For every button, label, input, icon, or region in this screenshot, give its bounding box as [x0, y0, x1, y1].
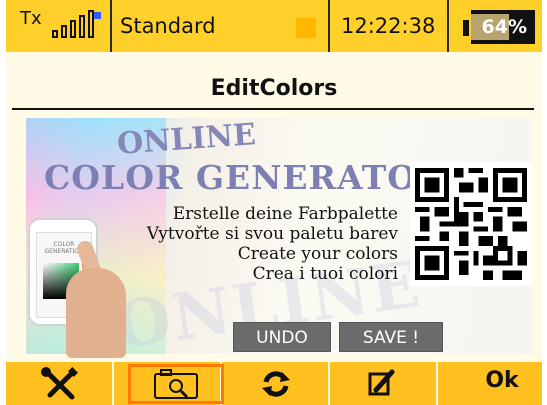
- title-divider: [12, 108, 534, 110]
- tx-label: Tx: [20, 8, 42, 29]
- toolbar-divider: [328, 362, 330, 405]
- ok-button[interactable]: Ok: [462, 368, 542, 393]
- status-marker-icon: [296, 18, 316, 38]
- tools-icon: [41, 367, 78, 400]
- telemetry-indicator-icon: [94, 12, 101, 19]
- tools-button[interactable]: [36, 364, 84, 404]
- status-divider: [447, 0, 449, 52]
- banner-line-en: Create your colors: [237, 244, 398, 264]
- page-title: EditColors: [210, 76, 338, 101]
- status-divider: [110, 0, 112, 52]
- refresh-icon: [262, 371, 290, 397]
- transmitter-screen: Tx Standard 12:22:38 64% EditColors ONLI…: [6, 0, 542, 405]
- banner-headline: COLOR GENERATOR: [44, 158, 446, 197]
- status-bar: Tx Standard 12:22:38 64%: [6, 0, 542, 52]
- toolbar-divider: [112, 362, 114, 405]
- banner-line-it: Crea i tuoi colori: [252, 264, 398, 284]
- refresh-button[interactable]: [252, 364, 300, 404]
- hand-illustration: [66, 268, 126, 358]
- camera-icon: [154, 369, 198, 399]
- model-name[interactable]: Standard: [120, 14, 216, 38]
- toolbar-divider: [436, 362, 438, 405]
- edit-icon: [368, 369, 395, 396]
- save-button[interactable]: SAVE !: [339, 322, 443, 352]
- camera-button[interactable]: [128, 364, 224, 404]
- edit-button[interactable]: [358, 364, 406, 404]
- clock: 12:22:38: [341, 14, 436, 38]
- battery-icon: 64%: [463, 10, 535, 44]
- banner-line-cs: Vytvořte si svou paletu barev: [146, 224, 398, 244]
- banner-line-de: Erstelle deine Farbpalette: [172, 204, 398, 224]
- color-generator-banner: ONLINE ONLINE COLOR GENERATOR Erstelle d…: [26, 117, 532, 364]
- battery-percent: 64%: [481, 16, 527, 38]
- undo-button[interactable]: UNDO: [233, 322, 331, 352]
- status-divider: [328, 0, 330, 52]
- qr-code-icon: [410, 162, 532, 286]
